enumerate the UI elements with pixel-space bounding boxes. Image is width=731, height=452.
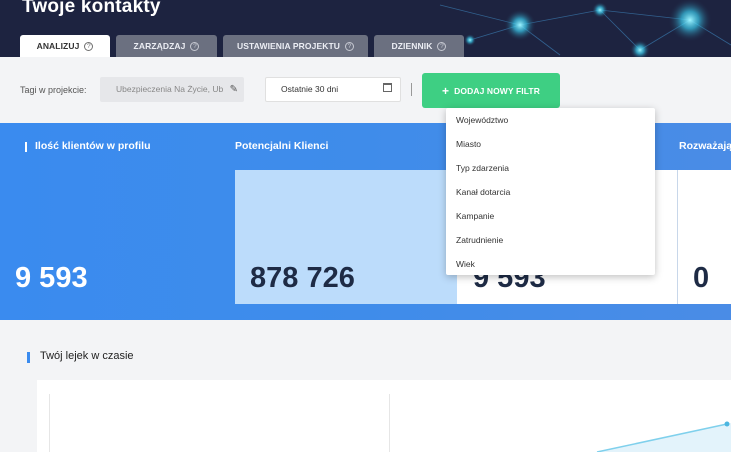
tab-analizuj[interactable]: ANALIZUJ? xyxy=(20,35,110,57)
chart-point[interactable] xyxy=(724,421,730,427)
filter-option-wiek[interactable]: Wiek xyxy=(446,256,655,280)
tab-label: USTAWIENIA PROJEKTU xyxy=(237,41,340,51)
stat-value-considering: 0 xyxy=(693,262,710,294)
filter-option-miasto[interactable]: Miasto xyxy=(446,136,655,160)
tags-input[interactable]: Ubezpieczenia Na Życie, Ub ✎ xyxy=(100,77,244,102)
page-header: Twoje kontakty ANALIZUJ? ZARZĄDZAJ? USTA… xyxy=(0,0,731,57)
tab-ustawienia-projektu[interactable]: USTAWIENIA PROJEKTU? xyxy=(223,35,368,57)
funnel-section-title: Twój lejek w czasie xyxy=(40,350,134,362)
date-range-input[interactable]: Ostatnie 30 dni xyxy=(265,77,401,102)
tab-dziennik[interactable]: DZIENNIK? xyxy=(374,35,464,57)
add-filter-button[interactable]: + DODAJ NOWY FILTR xyxy=(422,73,560,108)
tab-zarzadzaj[interactable]: ZARZĄDZAJ? xyxy=(116,35,217,57)
stat-divider xyxy=(677,170,678,304)
funnel-chart-panel xyxy=(37,380,731,452)
help-icon[interactable]: ? xyxy=(190,41,200,51)
pencil-icon[interactable]: ✎ xyxy=(230,77,238,102)
page-title: Twoje kontakty xyxy=(22,0,161,17)
plus-icon: + xyxy=(442,83,450,98)
filter-option-zatrudnienie[interactable]: Zatrudnienie xyxy=(446,232,655,256)
tags-label: Tagi w projekcie: xyxy=(20,85,87,95)
add-filter-label: DODAJ NOWY FILTR xyxy=(454,85,540,96)
date-range-value: Ostatnie 30 dni xyxy=(281,84,339,94)
help-icon[interactable]: ? xyxy=(84,41,94,51)
stat-value-profile-clients: 9 593 xyxy=(15,262,88,294)
tags-value: Ubezpieczenia Na Życie, Ub xyxy=(116,84,224,94)
chart-line-graphic xyxy=(596,421,731,452)
divider xyxy=(411,83,412,96)
tab-label: ZARZĄDZAJ xyxy=(133,41,186,51)
section-accent-bar xyxy=(27,352,30,363)
tab-bar: ANALIZUJ? ZARZĄDZAJ? USTAWIENIA PROJEKTU… xyxy=(20,35,470,57)
filter-option-wojewodztwo[interactable]: Województwo xyxy=(446,112,655,136)
stat-title-potential-clients: Potencjalni Klienci xyxy=(235,140,329,152)
help-icon[interactable]: ? xyxy=(344,41,354,51)
stat-value-potential-clients: 878 726 xyxy=(250,262,355,294)
stat-title-profile-clients: Ilość klientów w profilu xyxy=(25,140,151,152)
stat-title-considering: Rozważają xyxy=(679,140,731,152)
filter-option-typ-zdarzenia[interactable]: Typ zdarzenia xyxy=(446,160,655,184)
tab-label: DZIENNIK xyxy=(391,41,433,51)
filter-option-kanal-dotarcia[interactable]: Kanał dotarcia xyxy=(446,184,655,208)
filter-option-kampanie[interactable]: Kampanie xyxy=(446,208,655,232)
add-filter-dropdown: Województwo Miasto Typ zdarzenia Kanał d… xyxy=(446,108,655,275)
help-icon[interactable]: ? xyxy=(437,41,447,51)
tab-label: ANALIZUJ xyxy=(36,41,80,51)
calendar-icon[interactable] xyxy=(383,83,392,92)
